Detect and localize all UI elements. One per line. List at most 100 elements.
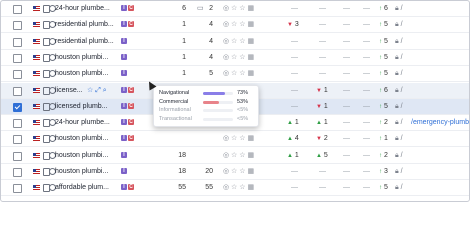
keyword-text[interactable]: houston plumbi... bbox=[55, 50, 108, 65]
row-checkbox[interactable] bbox=[13, 70, 22, 80]
table-row[interactable]: residential plumb... I C 1 4 ◎ ☆ ☆ ▦ ▼ 3 — — — ↑ 5… bbox=[1, 17, 469, 34]
row-checkbox[interactable] bbox=[13, 151, 22, 161]
table-row[interactable]: 24-hour plumbe... I C 6 2 ◎ ☆ ☆ ▦ — — — — ↑ 6 🔒︎ / ▭ bbox=[1, 1, 469, 17]
lock-icon[interactable]: 🔒︎ / bbox=[395, 1, 403, 16]
keyword-text[interactable]: 24-hour plumbe... bbox=[55, 115, 110, 130]
intent-badge[interactable]: I bbox=[121, 102, 127, 109]
row-checkbox[interactable] bbox=[13, 53, 22, 63]
kd-value bbox=[201, 148, 213, 163]
row-checkbox[interactable] bbox=[13, 168, 22, 177]
lock-icon[interactable]: 🔒︎ / bbox=[395, 50, 403, 65]
intent-label: Navigational bbox=[159, 90, 190, 96]
volume-value: 18 bbox=[178, 151, 186, 159]
keyword-text[interactable]: residential plumb... bbox=[55, 34, 114, 49]
change-empty: — bbox=[319, 70, 326, 78]
row-actions-icons[interactable]: ☆ ⤢ ⌕ bbox=[87, 83, 107, 98]
intent-badge[interactable]: I bbox=[121, 119, 127, 126]
keyword-text[interactable]: houston plumbi... bbox=[55, 131, 108, 146]
intent-badge[interactable]: C bbox=[128, 119, 134, 126]
table-row[interactable]: affordable plum... I C 55 55 ◎ ☆ ☆ ▦ — — — — ↑ 5 🔒︎… bbox=[1, 180, 469, 197]
intent-badge[interactable]: I bbox=[121, 184, 127, 191]
intent-bar bbox=[203, 92, 233, 95]
row-checkbox[interactable] bbox=[13, 5, 22, 14]
keyword-text[interactable]: licensed plumb... bbox=[55, 99, 108, 114]
table-row[interactable]: residential plumb... I 1 4 ◎ ☆ ☆ ▦ — — — — ↑ 5 🔒︎ … bbox=[1, 34, 469, 50]
landing-url[interactable]: /emergency-plumber... bbox=[411, 115, 469, 130]
lock-icon[interactable]: 🔒︎ / bbox=[395, 164, 403, 179]
metric-empty: — bbox=[363, 86, 370, 94]
lock-icon[interactable]: 🔒︎ / bbox=[395, 99, 403, 114]
lock-icon[interactable]: 🔒︎ / bbox=[395, 17, 403, 32]
row-checkbox[interactable] bbox=[13, 86, 22, 96]
table-row[interactable]: houston plumbi... I C ◎ ☆ ☆ ▦ ▲ 4 ▼ 2 — — ↑ 1 🔒︎ … bbox=[1, 131, 469, 148]
keyword-text[interactable]: houston plumbi... bbox=[55, 66, 108, 81]
serp-features-icons[interactable]: ◎ ☆ ☆ ▦ bbox=[223, 5, 254, 13]
intent-badge[interactable]: I bbox=[121, 53, 127, 60]
serp-features-icons[interactable]: ◎ ☆ ☆ ▦ bbox=[223, 184, 254, 192]
metric-empty: — bbox=[363, 5, 370, 12]
intent-badge[interactable]: I bbox=[121, 70, 127, 77]
lock-icon[interactable]: 🔒︎ / bbox=[395, 66, 403, 81]
serp-features-icons[interactable]: ◎ ☆ ☆ ▦ bbox=[223, 21, 254, 29]
metric-empty: — bbox=[343, 135, 350, 143]
intent-badge[interactable]: I bbox=[121, 135, 127, 142]
keyword-text[interactable]: residential plumb... bbox=[55, 17, 114, 32]
row-checkbox[interactable] bbox=[13, 37, 22, 47]
lock-icon[interactable]: 🔒︎ / bbox=[395, 148, 403, 163]
row-checkbox[interactable] bbox=[13, 21, 22, 31]
metric-empty: — bbox=[343, 102, 350, 110]
serp-features-icons[interactable]: ◎ ☆ ☆ ▦ bbox=[223, 38, 254, 46]
row-checkbox[interactable] bbox=[13, 135, 22, 145]
results-count: ↑ 5 bbox=[379, 21, 388, 29]
table-row[interactable]: houston plumbi... I 1 5 ◎ ☆ ☆ ▦ — — — — ↑ 5 🔒︎ / bbox=[1, 66, 469, 83]
lock-icon[interactable]: 🔒︎ / bbox=[395, 131, 403, 146]
serp-features-icons[interactable]: ◎ ☆ ☆ ▦ bbox=[223, 168, 254, 176]
serp-features-icons[interactable]: ◎ ☆ ☆ ▦ bbox=[223, 152, 254, 160]
position-empty: — bbox=[291, 53, 298, 61]
metric-empty: — bbox=[343, 168, 350, 175]
intent-badge[interactable]: I bbox=[121, 151, 127, 158]
keyword-text[interactable]: affordable plum... bbox=[55, 180, 109, 195]
results-count: ↑ 2 bbox=[379, 151, 388, 159]
intent-badge[interactable]: C bbox=[128, 86, 134, 93]
row-checkbox[interactable] bbox=[13, 184, 22, 194]
intent-bar bbox=[203, 117, 233, 121]
change-empty: — bbox=[319, 184, 326, 192]
lock-icon[interactable]: 🔒︎ / bbox=[395, 34, 403, 49]
intent-badge[interactable]: C bbox=[128, 135, 134, 142]
keyword-text[interactable]: houston plumbi... bbox=[55, 164, 108, 179]
metric-empty: — bbox=[343, 37, 350, 45]
us-flag-icon bbox=[33, 169, 40, 174]
intent-badge[interactable]: I bbox=[121, 86, 127, 93]
intent-badge[interactable]: C bbox=[128, 5, 134, 11]
us-flag-icon bbox=[33, 152, 40, 158]
intent-badge[interactable]: C bbox=[128, 21, 134, 28]
intent-badge[interactable]: I bbox=[121, 37, 127, 44]
serp-features-icons[interactable]: ◎ ☆ ☆ ▦ bbox=[223, 135, 254, 143]
intent-badge[interactable]: C bbox=[128, 102, 134, 109]
lock-icon[interactable]: 🔒︎ / bbox=[395, 180, 403, 195]
kd-value: 55 bbox=[205, 184, 213, 192]
row-checkbox[interactable] bbox=[13, 119, 22, 129]
intent-badge[interactable]: I bbox=[121, 5, 127, 11]
lock-icon[interactable]: 🔒︎ / bbox=[395, 115, 403, 130]
kd-value: 4 bbox=[209, 21, 213, 29]
intent-badge[interactable]: I bbox=[121, 21, 127, 28]
row-checkbox[interactable] bbox=[13, 102, 22, 112]
keyword-text[interactable]: 24-hour plumbe... bbox=[55, 1, 110, 16]
metric-empty: — bbox=[363, 21, 370, 29]
metric-empty: — bbox=[343, 70, 350, 78]
serp-features-icons[interactable]: ◎ ☆ ☆ ▦ bbox=[223, 54, 254, 62]
change-empty: — bbox=[319, 5, 326, 12]
us-flag-icon bbox=[33, 54, 40, 60]
table-row[interactable]: houston plumbi... I 18 20 ◎ ☆ ☆ ▦ — — — — ↑ 3 🔒︎ / bbox=[1, 164, 469, 180]
lock-icon[interactable]: 🔒︎ / bbox=[395, 83, 403, 98]
table-row[interactable]: houston plumbi... I 18 ◎ ☆ ☆ ▦ ▲ 1 ▲ 5 — — ↑ 2 🔒︎… bbox=[1, 148, 469, 164]
comment-icon[interactable]: ▭ bbox=[197, 1, 204, 16]
keyword-text[interactable]: houston plumbi... bbox=[55, 148, 108, 163]
keyword-text[interactable]: license... bbox=[55, 83, 83, 98]
intent-badge[interactable]: C bbox=[128, 184, 134, 191]
intent-badge[interactable]: I bbox=[121, 168, 127, 174]
serp-features-icons[interactable]: ◎ ☆ ☆ ▦ bbox=[223, 70, 254, 78]
table-row[interactable]: houston plumbi... I 1 4 ◎ ☆ ☆ ▦ — — — — ↑ 5 🔒︎ / bbox=[1, 50, 469, 66]
